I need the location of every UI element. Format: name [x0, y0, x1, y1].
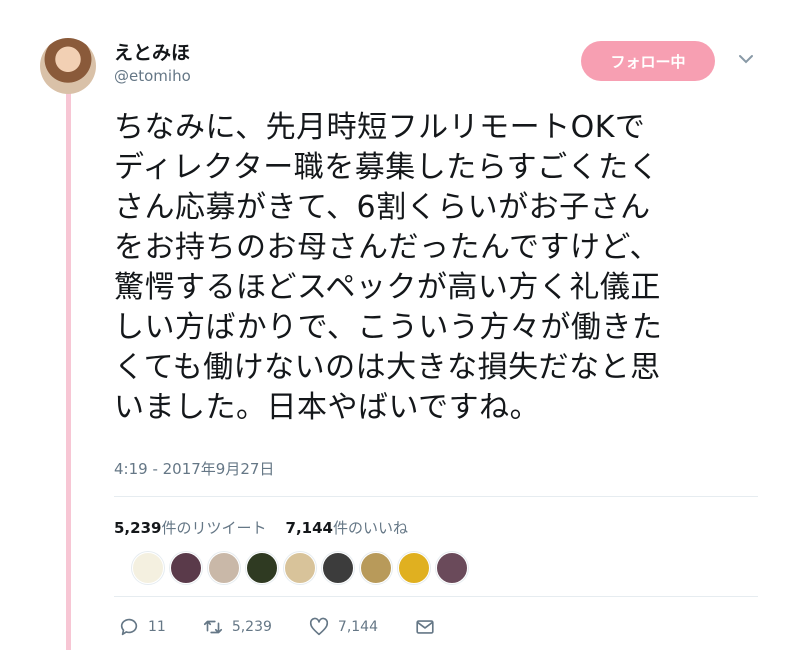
liker-avatar[interactable]: [246, 552, 278, 584]
reply-count: 11: [148, 619, 166, 635]
reply-icon: [120, 618, 138, 636]
divider: [114, 496, 758, 497]
liker-avatar[interactable]: [322, 552, 354, 584]
retweet-action-count: 5,239: [231, 619, 272, 635]
tweet-timestamp[interactable]: 4:19 - 2017年9月27日: [114, 458, 274, 479]
like-action[interactable]: 7,144: [308, 616, 378, 638]
liker-avatar[interactable]: [170, 552, 202, 584]
envelope-icon: [416, 620, 434, 634]
heart-icon: [309, 617, 328, 636]
retweet-count: 5,239: [114, 519, 162, 537]
liker-avatars: [132, 552, 468, 584]
liker-avatar[interactable]: [208, 552, 240, 584]
message-action[interactable]: [414, 616, 436, 638]
like-stat[interactable]: 7,144件のいいね: [286, 519, 408, 537]
thread-line: [66, 88, 71, 650]
reply-action[interactable]: 11: [118, 616, 166, 638]
user-handle[interactable]: @etomiho: [114, 67, 191, 85]
liker-avatar[interactable]: [132, 552, 164, 584]
retweet-label: 件のリツイート: [161, 519, 267, 537]
tweet-text: ちなみに、先月時短フルリモートOKで ディレクター職を募集したらすごくたく さん…: [114, 110, 663, 425]
divider: [114, 596, 758, 597]
like-action-count: 7,144: [337, 619, 379, 635]
user-name[interactable]: えとみほ: [114, 38, 190, 65]
liker-avatar[interactable]: [360, 552, 392, 584]
liker-avatar[interactable]: [284, 552, 316, 584]
engagement-stats: 5,239件のリツイート 7,144件のいいね: [114, 517, 408, 538]
liker-avatar[interactable]: [398, 552, 430, 584]
tweet-actions: 11 5,239 7,144: [118, 616, 472, 638]
like-count: 7,144: [285, 519, 333, 537]
avatar[interactable]: [40, 38, 96, 94]
retweet-icon: [203, 620, 222, 634]
retweet-stat[interactable]: 5,239件のリツイート: [114, 519, 266, 537]
like-label: 件のいいね: [333, 519, 409, 537]
retweet-action[interactable]: 5,239: [202, 616, 272, 638]
chevron-down-icon[interactable]: [736, 52, 756, 66]
liker-avatar[interactable]: [436, 552, 468, 584]
follow-button[interactable]: フォロー中: [581, 41, 715, 81]
